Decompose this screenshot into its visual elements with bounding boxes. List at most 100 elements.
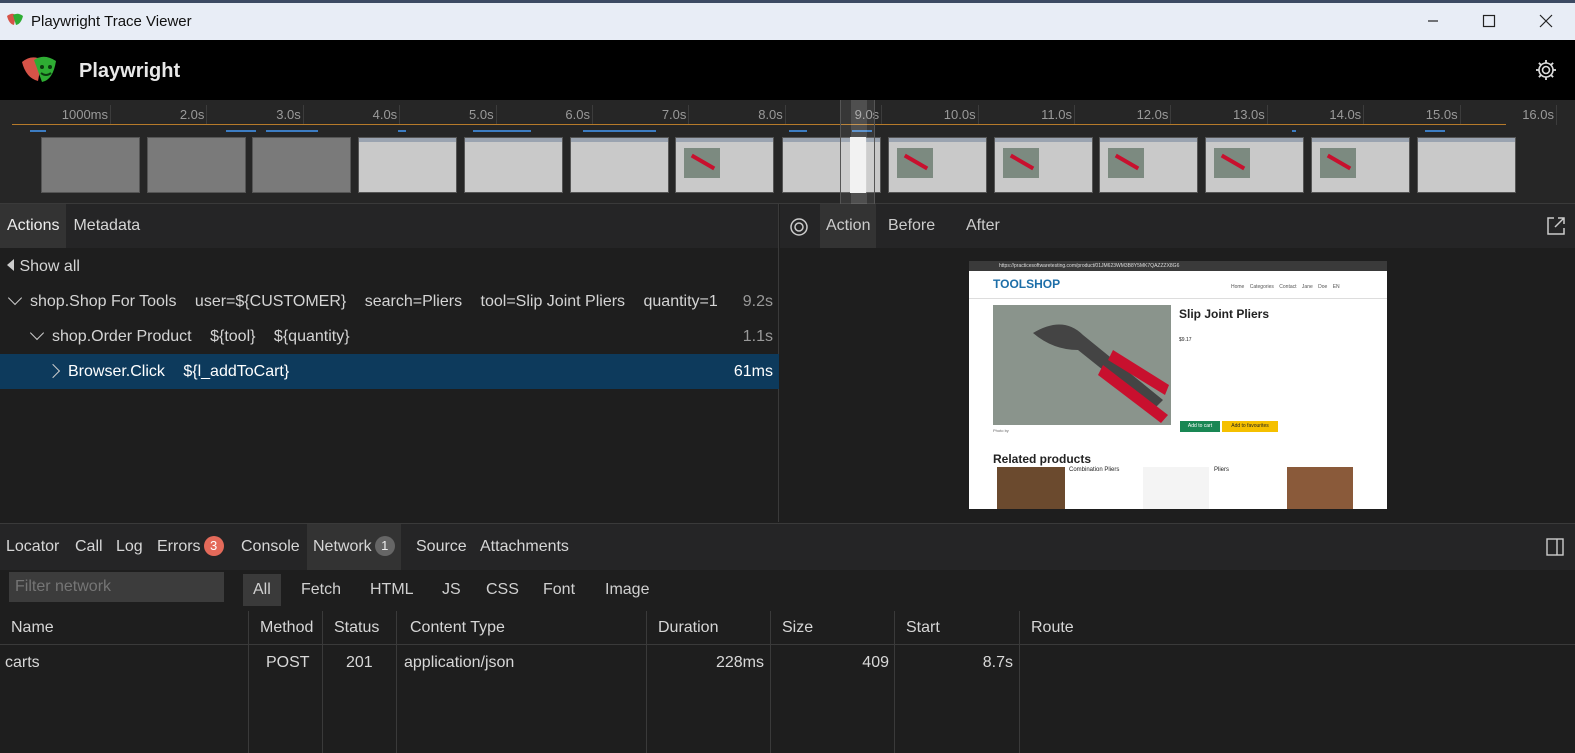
tab-errors[interactable]: Errors 3 (151, 524, 230, 570)
action-arg: ${tool} (210, 328, 256, 345)
triangle-left-icon (7, 259, 14, 271)
timeline-tick-line (1074, 105, 1075, 125)
filmstrip-thumbnail[interactable] (1416, 137, 1516, 193)
chevron-down-icon (7, 290, 23, 306)
target-locator-icon[interactable] (789, 217, 809, 237)
action-duration: 1.1s (742, 328, 773, 345)
filmstrip-thumbnail[interactable] (1099, 137, 1199, 193)
action-row[interactable]: shop.Order Product ${tool} ${quantity} 1… (0, 319, 779, 354)
cell-content-type: application/json (404, 654, 515, 671)
filter-font[interactable]: Font (533, 574, 585, 606)
filmstrip-thumbnail[interactable] (888, 137, 987, 193)
column-header-start[interactable]: Start (906, 611, 940, 645)
action-label: shop.Shop For Tools (30, 293, 177, 310)
column-header-method[interactable]: Method (260, 611, 313, 645)
settings-gear-icon[interactable] (1534, 58, 1558, 82)
timeline-tick-line (399, 105, 401, 125)
add-to-favourites-button[interactable]: Add to favourites (1222, 421, 1278, 432)
action-duration: 61ms (733, 363, 773, 380)
filmstrip-thumbnail[interactable] (569, 137, 669, 193)
filmstrip-thumbnail[interactable] (993, 137, 1093, 193)
tab-metadata[interactable]: Metadata (66, 204, 147, 248)
add-to-cart-button[interactable]: Add to cart (1180, 421, 1220, 432)
timeline-tick-line (495, 105, 497, 125)
details-tabbar: Locator Call Log Errors 3 Console Network… (0, 524, 1575, 570)
tab-actions[interactable]: Actions (0, 204, 67, 248)
timeline-progress-line (12, 124, 1506, 125)
window-title: Playwright Trace Viewer (31, 13, 192, 30)
tab-after[interactable]: After (960, 204, 1006, 248)
toolshop-logo: TOOLSHOP (993, 277, 1061, 291)
cell-method: POST (266, 654, 310, 671)
column-header-duration[interactable]: Duration (658, 611, 718, 645)
column-header-content-type[interactable]: Content Type (410, 611, 505, 645)
tab-action[interactable]: Action (820, 204, 877, 248)
action-arg: ${quantity} (273, 328, 350, 345)
playwright-logo-icon (22, 56, 56, 82)
filmstrip-thumbnail[interactable] (358, 137, 458, 193)
page-snapshot[interactable]: https://practicesoftwaretesting.com/prod… (969, 261, 1387, 509)
timeline-tick-line (1459, 105, 1461, 125)
snapshot-tabbar: Action Before After (780, 204, 1575, 248)
column-header-status[interactable]: Status (334, 611, 379, 645)
network-filterbar: All Fetch HTML JS CSS Font Image (0, 570, 1575, 610)
filmstrip-thumbnail[interactable] (252, 137, 352, 193)
filter-fetch[interactable]: Fetch (291, 574, 351, 606)
toggle-sidebar-icon[interactable] (1546, 538, 1564, 556)
related-product-card[interactable]: Combination Pliers (1069, 467, 1137, 509)
show-all-link[interactable]: Show all (0, 249, 779, 284)
tab-log[interactable]: Log (110, 524, 149, 570)
photo-credit: Photo by (993, 428, 1009, 433)
timeline-tick-label: 12.0s (1136, 107, 1169, 122)
tab-locator[interactable]: Locator (0, 524, 65, 570)
timeline-tick-label: 6.0s (565, 107, 590, 122)
timeline-tick-label: 10.0s (943, 107, 976, 122)
tab-label: Network (313, 538, 372, 555)
action-row[interactable]: shop.Shop For Tools user=${CUSTOMER} sea… (0, 284, 779, 319)
filmstrip-thumbnail[interactable] (1310, 137, 1410, 193)
timeline-tick-line (1170, 105, 1172, 125)
filter-all[interactable]: All (243, 574, 281, 606)
action-arg: user=${CUSTOMER} (194, 293, 347, 310)
action-duration: 9.2s (742, 293, 773, 310)
filter-html[interactable]: HTML (360, 574, 424, 606)
chevron-right-icon (45, 363, 61, 379)
timeline-tick-line (302, 105, 304, 125)
snapshot-url: https://practicesoftwaretesting.com/prod… (999, 263, 1180, 269)
tab-console[interactable]: Console (235, 524, 306, 570)
cell-name: carts (5, 654, 40, 671)
network-table-header: Name Method Status Content Type Duration… (0, 611, 1575, 645)
tab-network[interactable]: Network 1 (307, 524, 401, 570)
filmstrip-thumbnail[interactable] (463, 137, 563, 193)
minimize-button[interactable] (1410, 6, 1456, 36)
cell-size: 409 (862, 654, 889, 671)
maximize-icon (1482, 14, 1496, 28)
filmstrip-thumbnail[interactable] (1205, 137, 1305, 193)
column-header-route[interactable]: Route (1031, 611, 1074, 645)
cell-status: 201 (346, 654, 373, 671)
tab-attachments[interactable]: Attachments (474, 524, 575, 570)
close-button[interactable] (1523, 6, 1569, 36)
pliers-image-icon (1033, 324, 1169, 423)
filmstrip-thumbnail[interactable] (41, 137, 140, 193)
filmstrip-thumbnail[interactable] (675, 137, 775, 193)
timeline-tick-line (688, 105, 690, 125)
column-header-size[interactable]: Size (782, 611, 813, 645)
related-product-card[interactable]: Pliers (1214, 467, 1282, 509)
filter-image[interactable]: Image (595, 574, 659, 606)
action-row-selected[interactable]: Browser.Click ${l_addToCart} 61ms (0, 354, 779, 389)
column-header-name[interactable]: Name (11, 611, 54, 645)
timeline-tick-label: 5.0s (469, 107, 494, 122)
filmstrip-thumbnail[interactable] (146, 137, 246, 193)
tab-source[interactable]: Source (410, 524, 473, 570)
open-external-icon[interactable] (1546, 216, 1566, 236)
tab-call[interactable]: Call (69, 524, 109, 570)
tab-before[interactable]: Before (882, 204, 941, 248)
filter-js[interactable]: JS (432, 574, 471, 606)
app-header: Playwright (0, 40, 1575, 100)
timeline-tick-label: 4.0s (372, 107, 398, 122)
maximize-button[interactable] (1466, 6, 1512, 36)
table-row[interactable]: carts POST 201 application/json 228ms 40… (0, 646, 1575, 680)
filter-network-input[interactable] (9, 572, 224, 602)
filter-css[interactable]: CSS (476, 574, 529, 606)
